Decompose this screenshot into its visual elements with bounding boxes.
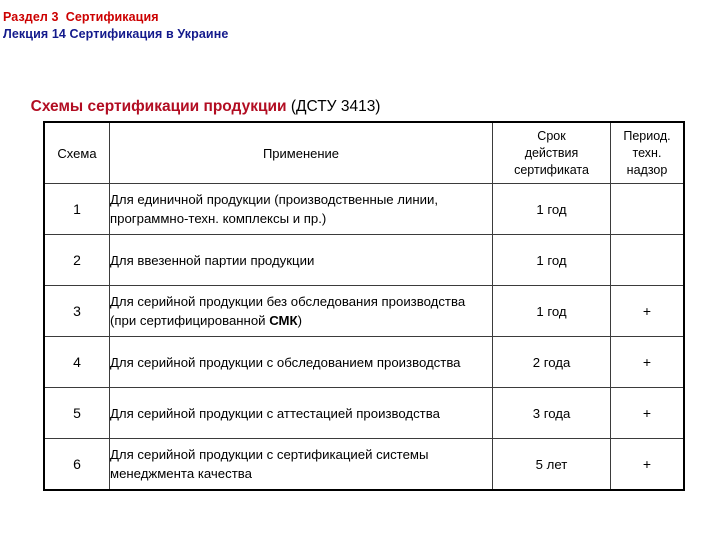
cell-certificate-term: 3 года (492, 387, 611, 439)
cell-scheme-number: 4 (44, 336, 110, 388)
cell-certificate-term: 1 год (492, 183, 611, 235)
cell-scheme-number: 2 (44, 234, 110, 286)
application-text: Для ввезенной партии продукции (110, 252, 315, 268)
column-header-technical-supervision: Период. техн. надзор (610, 122, 684, 184)
application-text: Для единичной продукции (производственны… (110, 192, 439, 226)
application-text: Для серийной продукции с аттестацией про… (110, 405, 440, 421)
certification-schemes-table: Схема Применение Срок действия сертифика… (43, 121, 685, 491)
application-text-tail: ) (297, 313, 302, 328)
cell-application: Для серийной продукции с обследованием п… (109, 336, 493, 388)
table-row: 6 Для серийной продукции с сертификацией … (44, 438, 684, 490)
page-title-main: Схемы сертификации продукции (30, 98, 287, 115)
cell-scheme-number: 5 (44, 387, 110, 439)
cell-application: Для серийной продукции с сертификацией с… (109, 438, 493, 490)
cell-technical-supervision (610, 234, 684, 286)
cell-scheme-number: 1 (44, 183, 110, 235)
cell-application: Для серийной продукции с аттестацией про… (109, 387, 493, 439)
table-row: 4 Для серийной продукции с обследованием … (44, 336, 684, 388)
cell-certificate-term: 1 год (492, 285, 611, 337)
application-text: Для серийной продукции с сертификацией с… (110, 447, 429, 481)
table-row: 5 Для серийной продукции с аттестацией пр… (44, 387, 684, 439)
cell-application: Для ввезенной партии продукции (109, 234, 493, 286)
cell-technical-supervision (610, 183, 684, 235)
cell-technical-supervision: + (610, 285, 684, 337)
cell-technical-supervision: + (610, 387, 684, 439)
cell-application: Для серийной продукции без обследования … (109, 285, 493, 337)
course-section-line: Раздел 3 Сертификация (3, 10, 159, 24)
table-row: 1 Для единичной продукции (производственн… (44, 183, 684, 235)
column-header-scheme: Схема (44, 122, 110, 184)
cell-application: Для единичной продукции (производственны… (109, 183, 493, 235)
column-header-certificate-term: Срок действия сертификата (492, 122, 611, 184)
page-title-standard-ref: (ДСТУ 3413) (286, 98, 381, 115)
slide-header: Раздел 3 Сертификация Лекция 14 Сертифик… (3, 9, 228, 43)
application-text: Для серийной продукции с обследованием п… (110, 354, 461, 370)
cell-technical-supervision: + (610, 336, 684, 388)
table-body: 1 Для единичной продукции (производственн… (44, 183, 684, 490)
cell-certificate-term: 2 года (492, 336, 611, 388)
page-title: Схемы сертификации продукции (ДСТУ 3413) (22, 80, 381, 116)
application-text-emphasis: СМК (269, 313, 298, 328)
cell-scheme-number: 3 (44, 285, 110, 337)
table-row: 2 Для ввезенной партии продукции 1 год (44, 234, 684, 286)
cell-technical-supervision: + (610, 438, 684, 490)
cell-certificate-term: 5 лет (492, 438, 611, 490)
cell-certificate-term: 1 год (492, 234, 611, 286)
table-row: 3 Для серийной продукции без обследования… (44, 285, 684, 337)
column-header-application: Применение (109, 122, 493, 184)
cell-scheme-number: 6 (44, 438, 110, 490)
table-header-row: Схема Применение Срок действия сертифика… (44, 122, 684, 184)
lecture-title-line: Лекция 14 Сертификация в Украине (3, 27, 229, 41)
